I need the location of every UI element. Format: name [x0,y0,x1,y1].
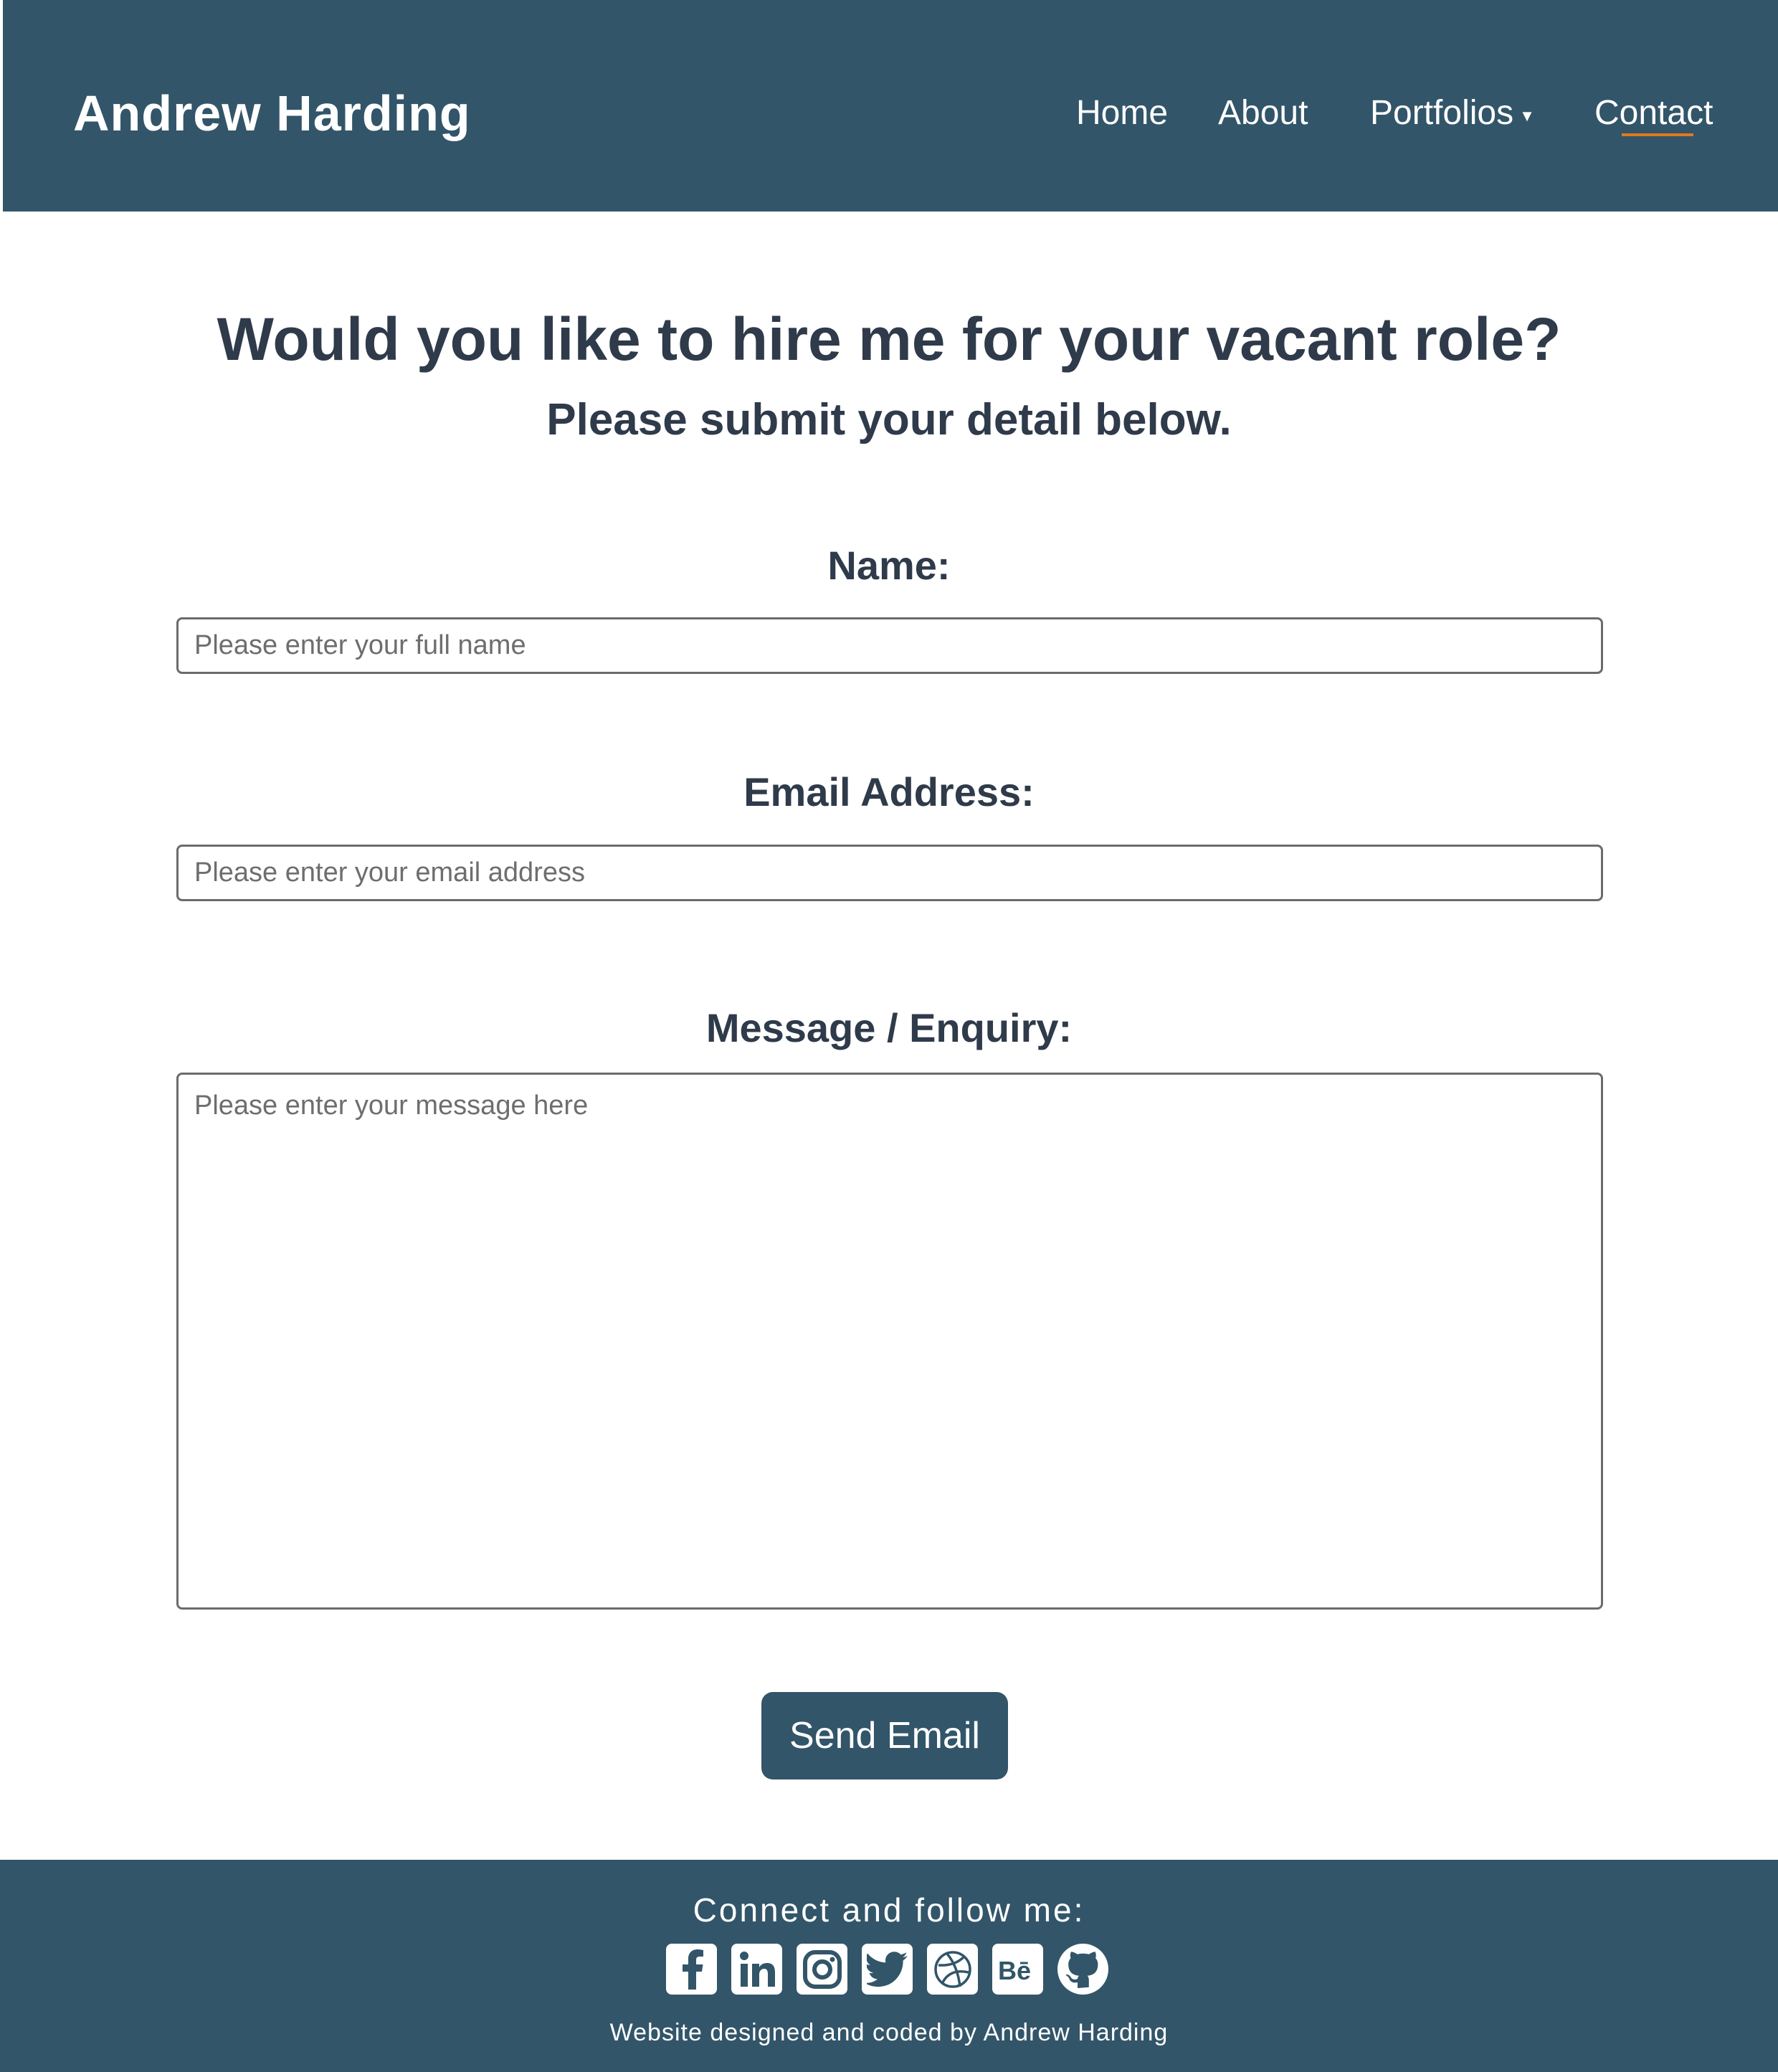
nav-contact-link[interactable]: Contact [1594,93,1713,133]
email-label: Email Address: [743,769,1035,814]
github-icon[interactable] [1057,1944,1108,1995]
message-textarea[interactable] [176,1073,1603,1610]
name-label: Name: [827,543,951,588]
nav-portfolios-label: Portfolios [1370,94,1514,132]
footer-credit: Website designed and coded by Andrew Har… [609,2019,1169,2046]
send-email-button[interactable]: Send Email [761,1692,1008,1779]
email-input[interactable] [176,845,1603,901]
svg-text:Bē: Bē [998,1956,1031,1984]
caret-down-icon: ▼ [1519,107,1535,125]
active-nav-indicator [1622,133,1693,136]
site-header: Andrew Harding Home About Portfolios ▼ Co… [3,0,1778,212]
instagram-icon[interactable] [797,1944,847,1995]
dribbble-icon[interactable] [927,1944,978,1995]
social-links: Bē [666,1944,1108,1995]
footer-title: Connect and follow me: [693,1891,1085,1929]
facebook-icon[interactable] [666,1944,717,1995]
message-label: Message / Enquiry: [705,1005,1073,1050]
name-input[interactable] [176,617,1603,674]
page-title: Would you like to hire me for your vacan… [217,305,1561,373]
twitter-icon[interactable] [862,1944,913,1995]
site-brand[interactable]: Andrew Harding [73,85,471,142]
page-subtitle: Please submit your detail below. [546,395,1232,445]
linkedin-icon[interactable] [731,1944,782,1995]
nav-about-link[interactable]: About [1218,93,1308,133]
nav-home-link[interactable]: Home [1076,93,1168,133]
behance-icon[interactable]: Bē [992,1944,1043,1995]
site-footer: Connect and follow me: Bē Website design… [0,1860,1778,2072]
nav-portfolios-dropdown[interactable]: Portfolios ▼ [1370,93,1535,133]
